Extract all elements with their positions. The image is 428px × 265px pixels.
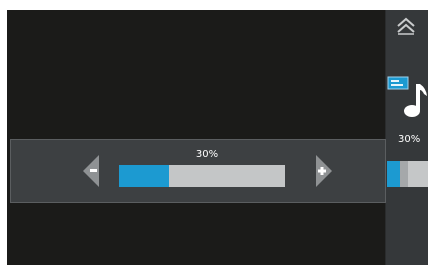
volume-osd: 30% [10, 139, 386, 203]
music-note-icon [402, 80, 428, 120]
volume-decrease-button[interactable] [81, 154, 101, 188]
double-chevron-up-icon [397, 17, 415, 35]
desktop-background [7, 10, 428, 265]
side-volume-gap [400, 161, 408, 187]
side-volume-fill [387, 161, 400, 187]
collapse-panel-button[interactable] [395, 16, 417, 36]
volume-slider[interactable] [119, 165, 285, 187]
side-volume-bar[interactable] [387, 161, 428, 187]
arrow-right-plus-icon [316, 155, 332, 187]
volume-increase-button[interactable] [314, 154, 334, 188]
side-volume-label: 30% [398, 134, 421, 145]
arrow-left-icon [83, 155, 99, 187]
volume-percentage: 30% [195, 149, 219, 160]
volume-slider-fill [119, 165, 169, 187]
